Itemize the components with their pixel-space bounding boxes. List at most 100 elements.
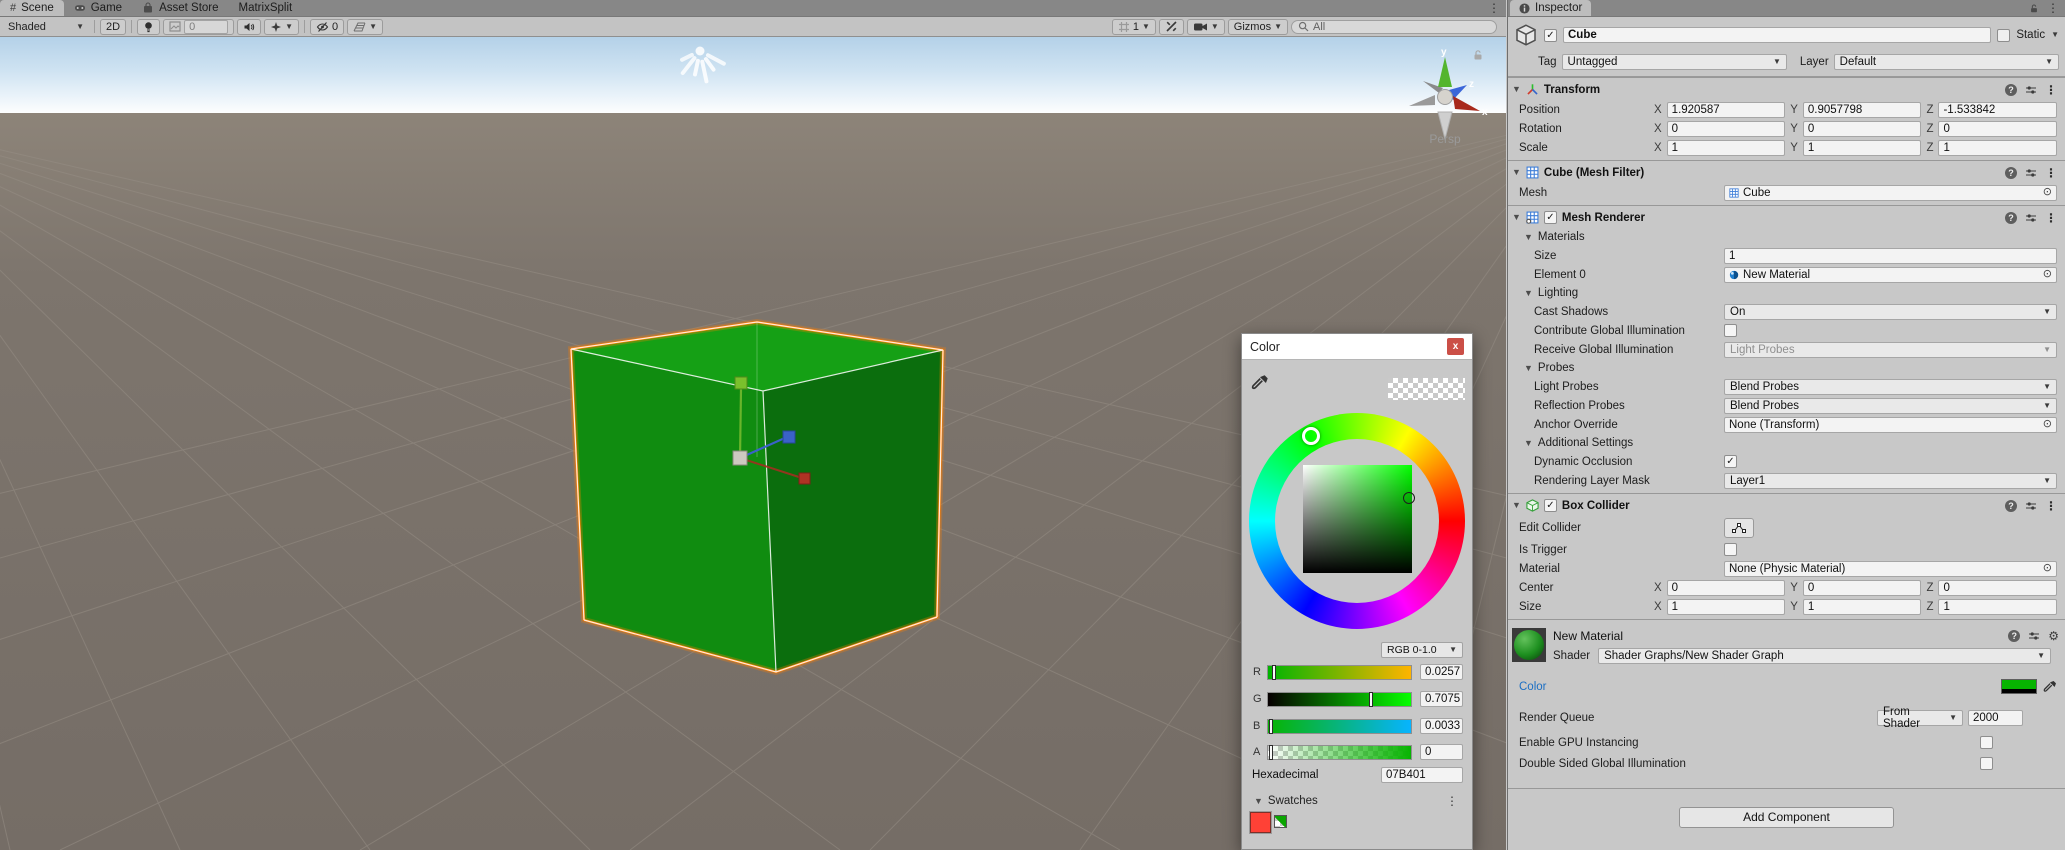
tab-asset-store[interactable]: Asset Store	[132, 0, 228, 16]
alpha-value-field[interactable]: 0	[1420, 744, 1463, 760]
scale-handle-z[interactable]	[783, 431, 795, 443]
snap-increment-dropdown[interactable]: 1 ▼	[1112, 19, 1156, 35]
red-value-field[interactable]: 0.0257	[1420, 664, 1463, 680]
rotation-z-field[interactable]: 0	[1938, 121, 2057, 137]
object-picker-icon[interactable]: ⊙	[2043, 563, 2052, 574]
help-icon[interactable]: ?	[2005, 167, 2017, 179]
cube-object[interactable]	[571, 322, 943, 672]
tab-inspector[interactable]: Inspector	[1510, 0, 1591, 16]
object-picker-icon[interactable]: ⊙	[2043, 187, 2052, 198]
gizmo-center[interactable]	[1438, 90, 1453, 105]
component-menu-kebab-icon[interactable]: ⋮	[2045, 83, 2057, 97]
presets-icon[interactable]	[2028, 630, 2040, 642]
help-icon[interactable]: ?	[2005, 500, 2017, 512]
position-y-field[interactable]: 0.9057798	[1803, 102, 1922, 118]
effects-dropdown-button[interactable]: ▼	[264, 19, 299, 35]
exposure-control[interactable]: 0	[163, 19, 234, 35]
mesh-object-field[interactable]: Cube ⊙	[1724, 185, 2057, 201]
render-queue-value-field[interactable]: 2000	[1968, 710, 2023, 726]
red-slider[interactable]	[1267, 665, 1412, 680]
eyedropper-icon[interactable]	[2043, 680, 2057, 694]
contribute-gi-checkbox[interactable]	[1724, 324, 1737, 337]
object-picker-icon[interactable]: ⊙	[2043, 269, 2052, 280]
center-y-field[interactable]: 0	[1803, 580, 1922, 596]
tab-game[interactable]: Game	[64, 0, 132, 16]
alpha-slider-handle[interactable]	[1269, 745, 1273, 760]
position-x-field[interactable]: 1.920587	[1667, 102, 1786, 118]
saturation-value-picker[interactable]	[1303, 465, 1412, 573]
blue-slider-handle[interactable]	[1269, 719, 1273, 734]
hue-handle[interactable]	[1302, 427, 1320, 445]
dynamic-occlusion-checkbox[interactable]: ✓	[1724, 455, 1737, 468]
inspector-menu-kebab-icon[interactable]: ⋮	[2047, 1, 2059, 15]
swatch-green[interactable]	[1274, 815, 1287, 828]
green-value-field[interactable]: 0.7075	[1420, 691, 1463, 707]
x-axis-cone[interactable]	[1453, 96, 1480, 111]
light-probes-dropdown[interactable]: Blend Probes▼	[1724, 379, 2057, 395]
anchor-override-object-field[interactable]: None (Transform)⊙	[1724, 417, 2057, 433]
component-menu-kebab-icon[interactable]: ⋮	[2045, 499, 2057, 513]
scale-handle-y[interactable]	[735, 377, 747, 389]
active-checkbox[interactable]: ✓	[1544, 29, 1557, 42]
double-sided-gi-checkbox[interactable]	[1980, 757, 1993, 770]
mesh-renderer-enabled-checkbox[interactable]: ✓	[1544, 211, 1557, 224]
scene-tab-menu-kebab-icon[interactable]: ⋮	[1482, 1, 1506, 15]
presets-icon[interactable]	[2025, 84, 2037, 96]
material-preview-sphere[interactable]	[1512, 628, 1546, 662]
rotation-x-field[interactable]: 0	[1667, 121, 1786, 137]
swatches-foldout[interactable]: ▼ Swatches	[1254, 795, 1318, 807]
tool-settings-button[interactable]	[1159, 19, 1184, 35]
position-z-field[interactable]: -1.533842	[1938, 102, 2057, 118]
box-collider-enabled-checkbox[interactable]: ✓	[1544, 499, 1557, 512]
center-z-field[interactable]: 0	[1938, 580, 2057, 596]
static-checkbox[interactable]	[1997, 29, 2010, 42]
help-icon[interactable]: ?	[2008, 630, 2020, 642]
materials-size-field[interactable]: 1	[1724, 248, 2057, 264]
material-color-swatch[interactable]	[2001, 679, 2037, 694]
gpu-instancing-checkbox[interactable]	[1980, 736, 1993, 749]
axis-cone-left[interactable]	[1409, 95, 1435, 106]
render-queue-mode-dropdown[interactable]: From Shader ▼	[1877, 710, 1963, 726]
tag-dropdown[interactable]: Untagged ▼	[1562, 54, 1787, 70]
projection-label[interactable]: Persp	[1395, 132, 1495, 146]
cast-shadows-dropdown[interactable]: On▼	[1724, 304, 2057, 320]
audio-toggle-button[interactable]	[237, 19, 261, 35]
physic-material-object-field[interactable]: None (Physic Material)⊙	[1724, 561, 2057, 577]
collider-size-y-field[interactable]: 1	[1803, 599, 1922, 615]
swatch-red[interactable]	[1250, 812, 1271, 833]
name-field[interactable]: Cube	[1563, 27, 1991, 43]
blue-slider[interactable]	[1267, 719, 1412, 734]
lock-icon[interactable]	[2029, 3, 2039, 14]
scale-handle-center[interactable]	[733, 451, 747, 465]
presets-icon[interactable]	[2025, 500, 2037, 512]
layer-dropdown[interactable]: Default ▼	[1834, 54, 2059, 70]
rendering-layer-mask-dropdown[interactable]: Layer1▼	[1724, 473, 2057, 489]
foldout-triangle-icon[interactable]: ▼	[1512, 213, 1521, 222]
collider-size-x-field[interactable]: 1	[1667, 599, 1786, 615]
scale-handle-x[interactable]	[799, 473, 810, 484]
help-icon[interactable]: ?	[2005, 84, 2017, 96]
foldout-triangle-icon[interactable]: ▼	[1512, 85, 1521, 94]
red-slider-handle[interactable]	[1272, 665, 1276, 680]
y-axis-cone[interactable]	[1438, 57, 1452, 87]
scene-search-input[interactable]: All	[1291, 20, 1497, 34]
color-mode-dropdown[interactable]: RGB 0-1.0 ▼	[1381, 642, 1463, 658]
color-window-titlebar[interactable]: Color x	[1242, 334, 1472, 360]
add-component-button[interactable]: Add Component	[1679, 807, 1894, 828]
foldout-triangle-icon[interactable]: ▼	[1512, 501, 1521, 510]
shader-dropdown[interactable]: Shader Graphs/New Shader Graph ▼	[1598, 648, 2051, 664]
additional-settings-foldout[interactable]: ▼ Additional Settings	[1508, 435, 2065, 451]
blue-value-field[interactable]: 0.0033	[1420, 718, 1463, 734]
grid-visibility-dropdown[interactable]: ▼	[347, 19, 383, 35]
scene-visibility-toggle[interactable]: 0	[310, 19, 344, 35]
hex-input[interactable]: 07B401	[1381, 767, 1463, 783]
green-slider[interactable]	[1267, 692, 1412, 707]
presets-icon[interactable]	[2025, 212, 2037, 224]
object-picker-icon[interactable]: ⊙	[2043, 419, 2052, 430]
edit-collider-button[interactable]	[1724, 518, 1754, 538]
element0-object-field[interactable]: New Material ⊙	[1724, 267, 2057, 283]
help-icon[interactable]: ?	[2005, 212, 2017, 224]
close-button[interactable]: x	[1447, 338, 1464, 355]
reflection-probes-dropdown[interactable]: Blend Probes▼	[1724, 398, 2057, 414]
alpha-slider[interactable]	[1267, 745, 1412, 760]
